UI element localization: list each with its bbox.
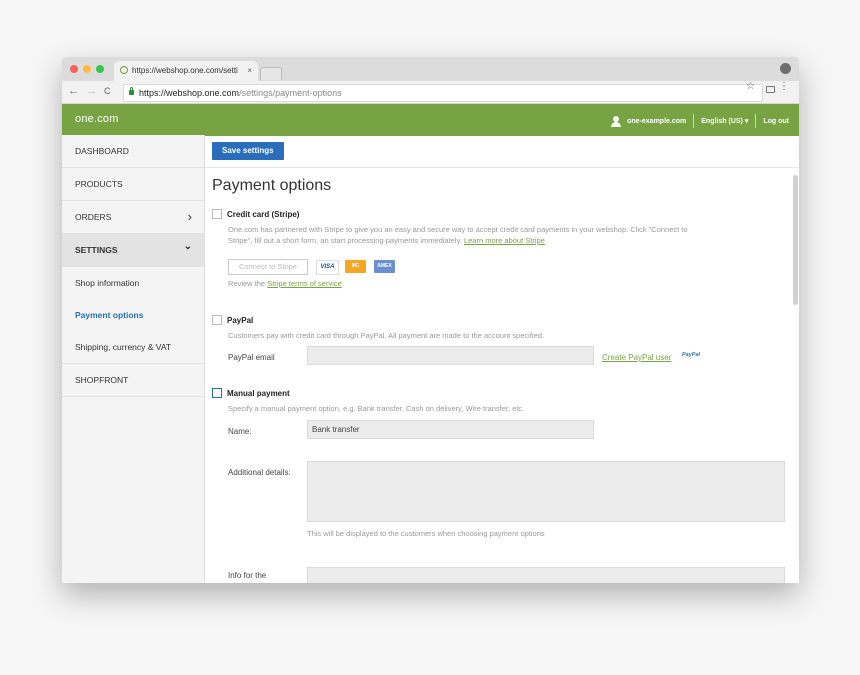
reload-icon[interactable]: C (104, 86, 111, 96)
address-bar[interactable]: https://webshop.one.com/settings/payment… (123, 84, 763, 102)
camera-icon[interactable] (766, 86, 775, 93)
sidebar-item-shipping[interactable]: Shipping, currency & VAT (62, 331, 204, 364)
divider (755, 114, 757, 128)
additional-details-field[interactable] (307, 461, 785, 522)
manual-payment-description: Specify a manual payment option, e.g. Ba… (228, 404, 525, 413)
scrollbar[interactable] (793, 175, 798, 305)
additional-details-label: Additional details: (228, 468, 291, 477)
mastercard-icon: MC (345, 260, 366, 273)
paypal-checkbox[interactable] (212, 315, 222, 325)
divider (693, 114, 695, 128)
save-bar: Save settings (205, 135, 799, 168)
new-tab-button[interactable] (260, 67, 282, 80)
stripe-description: One.com has partnered with Stripe to giv… (228, 224, 773, 246)
sidebar-item-label: PRODUCTS (75, 179, 123, 189)
account-name[interactable]: one-example.com (627, 118, 686, 125)
sidebar-item-label: Shop information (75, 278, 140, 288)
tab-close-icon[interactable]: × (247, 61, 252, 81)
minimize-window-button[interactable] (83, 65, 91, 73)
sidebar-item-shop-information[interactable]: Shop information (62, 267, 204, 299)
terms-prefix: Review the (228, 279, 266, 288)
user-icon (611, 115, 622, 127)
app-header: one.com one-example.com English (US) ▾ L… (62, 104, 799, 136)
close-window-button[interactable] (70, 65, 78, 73)
sidebar-item-orders[interactable]: ORDERS › (62, 201, 204, 234)
paypal-email-field[interactable] (307, 346, 594, 365)
url-path: /settings/payment-options (239, 88, 342, 98)
manual-payment-checkbox[interactable] (212, 388, 222, 398)
forward-arrow-icon[interactable]: → (86, 85, 97, 97)
chevron-down-icon: ⌄ (183, 241, 192, 252)
sidebar-item-label: Shipping, currency & VAT (75, 342, 172, 352)
stripe-title: Credit card (Stripe) (227, 210, 300, 219)
name-label: Name: (228, 427, 252, 436)
sidebar-item-label: SETTINGS (75, 245, 118, 255)
connect-to-stripe-button[interactable]: Connect to Stripe (228, 259, 308, 275)
stripe-desc-line1: One.com has partnered with Stripe to giv… (228, 225, 688, 234)
save-settings-button[interactable]: Save settings (212, 142, 284, 160)
profile-icon[interactable] (780, 63, 791, 74)
browser-toolbar: ← → C https://webshop.one.com/settings/p… (62, 81, 799, 104)
bookmark-star-icon[interactable]: ☆ (746, 81, 755, 92)
main-content: Save settings Payment options Credit car… (205, 135, 799, 583)
terms-suffix: . (341, 279, 344, 288)
title-bar: https://webshop.one.com/setti × (62, 57, 799, 81)
stripe-desc-line2: Stripe", fill out a short form, an start… (228, 236, 462, 245)
paypal-title: PayPal (227, 316, 254, 325)
sidebar-item-dashboard[interactable]: DASHBOARD (62, 135, 204, 168)
paypal-email-label: PayPal email (228, 353, 275, 362)
back-arrow-icon[interactable]: ← (68, 85, 79, 97)
sidebar-item-label: ORDERS (75, 212, 112, 222)
paypal-logo: PayPal (682, 352, 701, 358)
stripe-checkbox[interactable] (212, 209, 222, 219)
language-selector[interactable]: English (US) ▾ (701, 117, 748, 125)
logout-link[interactable]: Log out (763, 118, 789, 125)
stripe-terms-link[interactable]: Stripe terms of service (267, 279, 342, 288)
sidebar-item-products[interactable]: PRODUCTS (62, 168, 204, 201)
logo[interactable]: one.com (75, 113, 119, 125)
sidebar-item-payment-options[interactable]: Payment options (62, 299, 204, 331)
visa-icon: VISA (316, 260, 339, 275)
sidebar-item-label: SHOPFRONT (75, 375, 129, 385)
browser-tab[interactable]: https://webshop.one.com/setti × (114, 61, 258, 81)
url-host: https://webshop.one.com (139, 88, 240, 98)
browser-menu-icon[interactable]: ⋮ (779, 81, 789, 92)
tab-title: https://webshop.one.com/setti (132, 66, 238, 75)
additional-details-hint: This will be displayed to the customers … (307, 529, 545, 538)
page-title: Payment options (212, 177, 332, 194)
lock-icon (129, 87, 134, 95)
info-for-field[interactable] (307, 567, 785, 583)
info-for-label: Info for the (228, 571, 267, 580)
manual-payment-title: Manual payment (227, 389, 290, 398)
paypal-description: Customers pay with credit card through P… (228, 331, 544, 340)
learn-more-stripe-link[interactable]: Learn more about Stripe (464, 236, 545, 245)
maximize-window-button[interactable] (96, 65, 104, 73)
stripe-terms: Review the Stripe terms of service. (228, 278, 773, 289)
sidebar-item-label: Payment options (75, 310, 144, 320)
name-field[interactable]: Bank transfer (307, 420, 594, 439)
browser-window: https://webshop.one.com/setti × ← → C ht… (62, 57, 799, 583)
chevron-right-icon: › (187, 209, 192, 224)
amex-icon: AMEX (374, 260, 395, 273)
sidebar: DASHBOARD PRODUCTS ORDERS › SETTINGS ⌄ Sho… (62, 135, 205, 583)
sidebar-item-settings[interactable]: SETTINGS ⌄ (62, 234, 204, 267)
favicon-icon (120, 66, 128, 74)
sidebar-item-label: DASHBOARD (75, 146, 129, 156)
create-paypal-user-link[interactable]: Create PayPal user (602, 353, 671, 362)
sidebar-item-shopfront[interactable]: SHOPFRONT (62, 364, 204, 397)
